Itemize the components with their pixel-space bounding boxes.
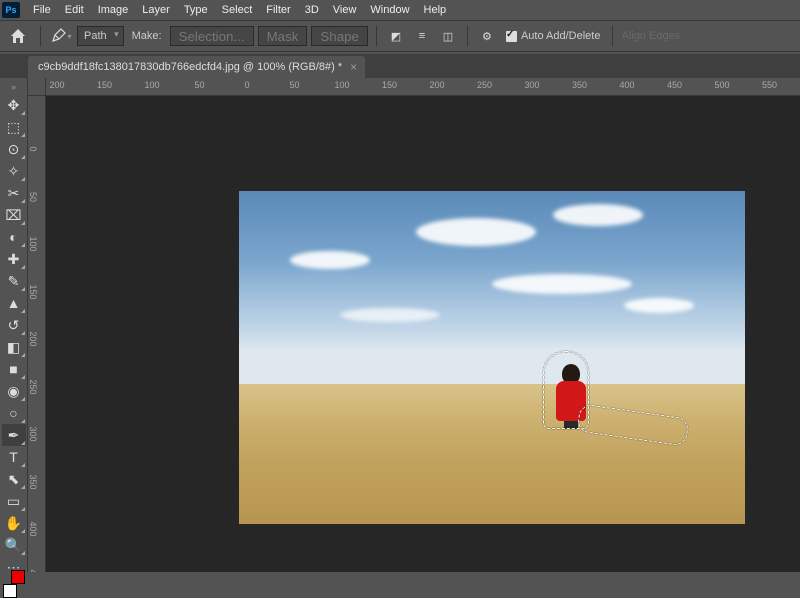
menu-layer[interactable]: Layer: [135, 2, 177, 18]
horizontal-ruler[interactable]: 2001501005005010015020025030035040045050…: [46, 78, 800, 96]
blur-tool[interactable]: ◉: [2, 380, 26, 402]
marquee-tool[interactable]: ⬚: [2, 116, 26, 138]
pen-tool[interactable]: ✒: [2, 424, 26, 446]
document-tab-bar: c9cb9ddf18fc138017830db766edcfd4.jpg @ 1…: [0, 54, 800, 78]
app-logo-icon: Ps: [2, 2, 20, 18]
zoom-tool[interactable]: 🔍: [2, 534, 26, 556]
options-bar: ▾ Path Make: Selection... Mask Shape ◩ ≡…: [0, 20, 800, 52]
frame-tool[interactable]: ⌧: [2, 204, 26, 226]
ruler-tick: 300: [524, 80, 539, 90]
background-color-swatch[interactable]: [11, 570, 25, 584]
auto-add-delete-checkbox[interactable]: Auto Add/Delete: [502, 30, 605, 42]
hand-tool[interactable]: ✋: [2, 512, 26, 534]
dodge-tool[interactable]: ○: [2, 402, 26, 424]
tools-panel: » ✥⬚⊙✧✂⌧◐✚✎▲↺◧■◉○✒T⬉▭✋🔍⋯: [0, 78, 28, 572]
separator: [467, 26, 468, 46]
ruler-tick: 200: [49, 80, 64, 90]
toolbar-chevron-icon[interactable]: »: [11, 82, 16, 92]
ruler-tick: 350: [572, 80, 587, 90]
move-tool[interactable]: ✥: [2, 94, 26, 116]
history-brush-tool[interactable]: ↺: [2, 314, 26, 336]
workspace: » ✥⬚⊙✧✂⌧◐✚✎▲↺◧■◉○✒T⬉▭✋🔍⋯ 200150100500501…: [0, 78, 800, 572]
menu-window[interactable]: Window: [363, 2, 416, 18]
eraser-tool[interactable]: ◧: [2, 336, 26, 358]
gear-icon[interactable]: ⚙: [476, 25, 498, 47]
menu-help[interactable]: Help: [417, 2, 454, 18]
eyedropper-tool[interactable]: ◐: [2, 226, 26, 248]
align-edges-option: Align Edges: [621, 30, 680, 42]
image-cloud: [290, 251, 370, 269]
menu-bar: Ps FileEditImageLayerTypeSelectFilter3DV…: [0, 0, 800, 20]
ruler-tick: 150: [97, 80, 112, 90]
foreground-color-swatch[interactable]: [3, 584, 17, 598]
ruler-tick: 100: [144, 80, 159, 90]
menu-type[interactable]: Type: [177, 2, 215, 18]
ruler-tick: 50: [28, 191, 38, 201]
ruler-tick: 300: [28, 426, 38, 441]
menu-edit[interactable]: Edit: [58, 2, 91, 18]
image-field: [239, 384, 745, 524]
separator: [376, 26, 377, 46]
make-mask-button[interactable]: Mask: [258, 26, 308, 46]
auto-add-delete-label: Auto Add/Delete: [521, 30, 601, 42]
type-tool[interactable]: T: [2, 446, 26, 468]
ruler-tick: 250: [28, 379, 38, 394]
ruler-tick: 100: [334, 80, 349, 90]
lasso-tool[interactable]: ⊙: [2, 138, 26, 160]
path-select-tool[interactable]: ⬉: [2, 468, 26, 490]
brush-tool[interactable]: ✎: [2, 270, 26, 292]
ruler-tick: 350: [28, 474, 38, 489]
ruler-tick: 0: [28, 146, 38, 151]
close-icon[interactable]: ×: [350, 60, 357, 74]
ruler-tick: 100: [28, 236, 38, 251]
checkbox-icon: [506, 31, 517, 42]
path-arrange-icon[interactable]: ◫: [437, 25, 459, 47]
image-cloud: [624, 298, 694, 313]
menu-filter[interactable]: Filter: [259, 2, 297, 18]
document-canvas[interactable]: [239, 191, 745, 524]
canvas-area[interactable]: 2001501005005010015020025030035040045050…: [28, 78, 800, 572]
ruler-origin[interactable]: [28, 78, 46, 96]
vertical-ruler[interactable]: 050100150200250300350400450: [28, 96, 46, 572]
ruler-tick: 450: [667, 80, 682, 90]
home-button[interactable]: [4, 24, 32, 48]
stamp-tool[interactable]: ▲: [2, 292, 26, 314]
make-shape-button[interactable]: Shape: [311, 26, 368, 46]
ruler-tick: 150: [382, 80, 397, 90]
ruler-tick: 400: [619, 80, 634, 90]
rectangle-tool[interactable]: ▭: [2, 490, 26, 512]
make-label: Make:: [128, 30, 166, 42]
path-mode-dropdown[interactable]: Path: [77, 26, 124, 46]
menu-view[interactable]: View: [326, 2, 364, 18]
menu-3d[interactable]: 3D: [298, 2, 326, 18]
magic-wand-tool[interactable]: ✧: [2, 160, 26, 182]
path-align-icon[interactable]: ≡: [411, 25, 433, 47]
menu-select[interactable]: Select: [215, 2, 260, 18]
healing-tool[interactable]: ✚: [2, 248, 26, 270]
crop-tool[interactable]: ✂: [2, 182, 26, 204]
menu-file[interactable]: File: [26, 2, 58, 18]
ruler-tick: 0: [244, 80, 249, 90]
make-selection-button[interactable]: Selection...: [170, 26, 254, 46]
separator: [612, 26, 613, 46]
ruler-tick: 50: [194, 80, 204, 90]
ruler-tick: 400: [28, 521, 38, 536]
document-tab[interactable]: c9cb9ddf18fc138017830db766edcfd4.jpg @ 1…: [28, 56, 365, 78]
separator: [40, 26, 41, 46]
image-cloud: [416, 218, 536, 246]
ruler-tick: 250: [477, 80, 492, 90]
pen-tool-icon[interactable]: ▾: [49, 24, 73, 48]
document-tab-title: c9cb9ddf18fc138017830db766edcfd4.jpg @ 1…: [38, 61, 342, 73]
ruler-tick: 200: [28, 331, 38, 346]
ruler-tick: 550: [762, 80, 777, 90]
menu-image[interactable]: Image: [91, 2, 136, 18]
image-cloud: [340, 308, 440, 322]
gradient-tool[interactable]: ■: [2, 358, 26, 380]
ruler-tick: 200: [429, 80, 444, 90]
ruler-tick: 500: [714, 80, 729, 90]
path-ops-combine-icon[interactable]: ◩: [385, 25, 407, 47]
ruler-tick: 150: [28, 284, 38, 299]
ruler-tick: 50: [289, 80, 299, 90]
